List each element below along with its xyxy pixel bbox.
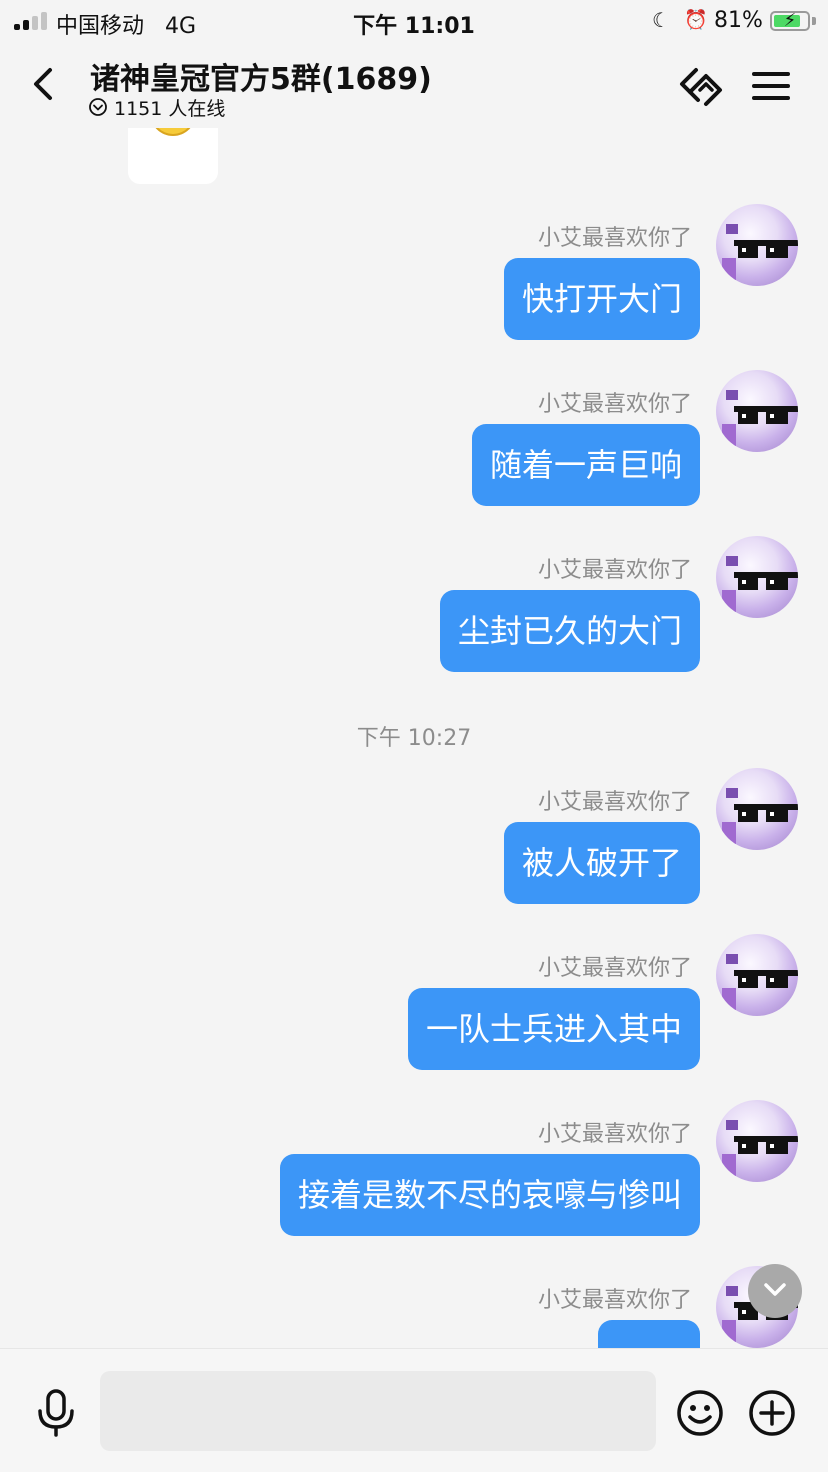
menu-icon [752,72,790,100]
avatar[interactable] [716,1100,798,1182]
online-dropdown-icon [89,98,107,116]
avatar[interactable] [716,536,798,618]
chat-message-list[interactable]: 小艾最喜欢你了 快打开大门 小艾最喜欢你了 随着一声巨响 小艾最喜欢你了 尘封已… [0,128,828,1348]
pixel-sunglasses-icon [722,556,798,612]
message-bubble[interactable]: 尘封已久的大门 [439,590,700,672]
emoji-icon [677,1390,723,1436]
message-bubble[interactable]: 接着是数不尽的哀嚎与惨叫 [279,1154,700,1236]
avatar[interactable] [716,934,798,1016]
group-title[interactable]: 诸神皇冠官方5群(1689) [90,54,432,98]
chat-message: 小艾最喜欢你了 快打开大门 [0,204,828,370]
menu-button[interactable] [750,66,792,106]
pixel-sunglasses-icon [722,224,798,280]
sender-name: 小艾最喜欢你了 [537,790,692,815]
message-bubble[interactable]: 一队士兵进入其中 [407,988,700,1070]
time-divider: 下午 10:27 [356,726,472,751]
sender-name: 小艾最喜欢你了 [537,226,692,251]
voice-button[interactable] [34,1387,78,1439]
message-bubble[interactable]: 快打开大门 [503,258,700,340]
pixel-sunglasses-icon [722,390,798,446]
chat-message: 小艾最喜欢你了 尘封已久的大门 [0,536,828,702]
sender-name: 小艾最喜欢你了 [537,1288,692,1313]
emoji-button[interactable] [676,1389,724,1437]
smiley-face-sticker[interactable] [128,128,218,184]
chat-header: 诸神皇冠官方5群(1689) 1151 人在线 [0,44,828,128]
avatar[interactable] [716,370,798,452]
call-button[interactable] [676,62,728,110]
chat-message: 小艾最喜欢你了 随着一声巨响 [0,370,828,536]
sender-name: 小艾最喜欢你了 [537,558,692,583]
moon-icon: ☾ [652,8,670,32]
pixel-sunglasses-icon [722,1120,798,1176]
chat-message: 小艾最喜欢你了 一队士兵进入其中 [0,934,828,1100]
message-bubble[interactable] [598,1320,700,1348]
message-bubble[interactable]: 随着一声巨响 [471,424,700,506]
alarm-icon: ⏰ [684,9,708,31]
plus-button[interactable] [748,1389,796,1437]
sender-name: 小艾最喜欢你了 [537,956,692,981]
chat-message: 小艾最喜欢你了 接着是数不尽的哀嚎与惨叫 [0,1100,828,1266]
chat-message: 小艾最喜欢你了 [0,1266,828,1348]
battery-percentage: 81% [714,8,763,33]
sender-name: 小艾最喜欢你了 [537,392,692,417]
sticker-face [150,128,196,136]
input-bar [0,1348,828,1472]
scroll-to-bottom-button[interactable] [748,1264,802,1318]
call-icon [680,68,722,106]
pixel-sunglasses-icon [722,788,798,844]
plus-icon [749,1390,795,1436]
avatar[interactable] [716,768,798,850]
chevron-down-icon [764,1283,786,1296]
battery-cap [812,17,816,25]
message-input[interactable] [100,1371,656,1451]
sender-name: 小艾最喜欢你了 [537,1122,692,1147]
pixel-sunglasses-icon [722,954,798,1010]
back-button[interactable] [28,64,60,104]
avatar[interactable] [716,204,798,286]
charging-bolt-icon: ⚡ [783,10,797,31]
status-bar: 中国移动 4G 下午 11:01 ☾ ⏰ 81% ⚡ [0,0,828,44]
message-bubble[interactable]: 被人破开了 [503,822,700,904]
online-count[interactable]: 1151 人在线 [88,94,225,120]
microphone-icon [38,1389,74,1437]
back-chevron-icon [34,68,52,100]
chat-message: 小艾最喜欢你了 被人破开了 [0,768,828,934]
online-count-label: 1151 人在线 [114,97,226,120]
